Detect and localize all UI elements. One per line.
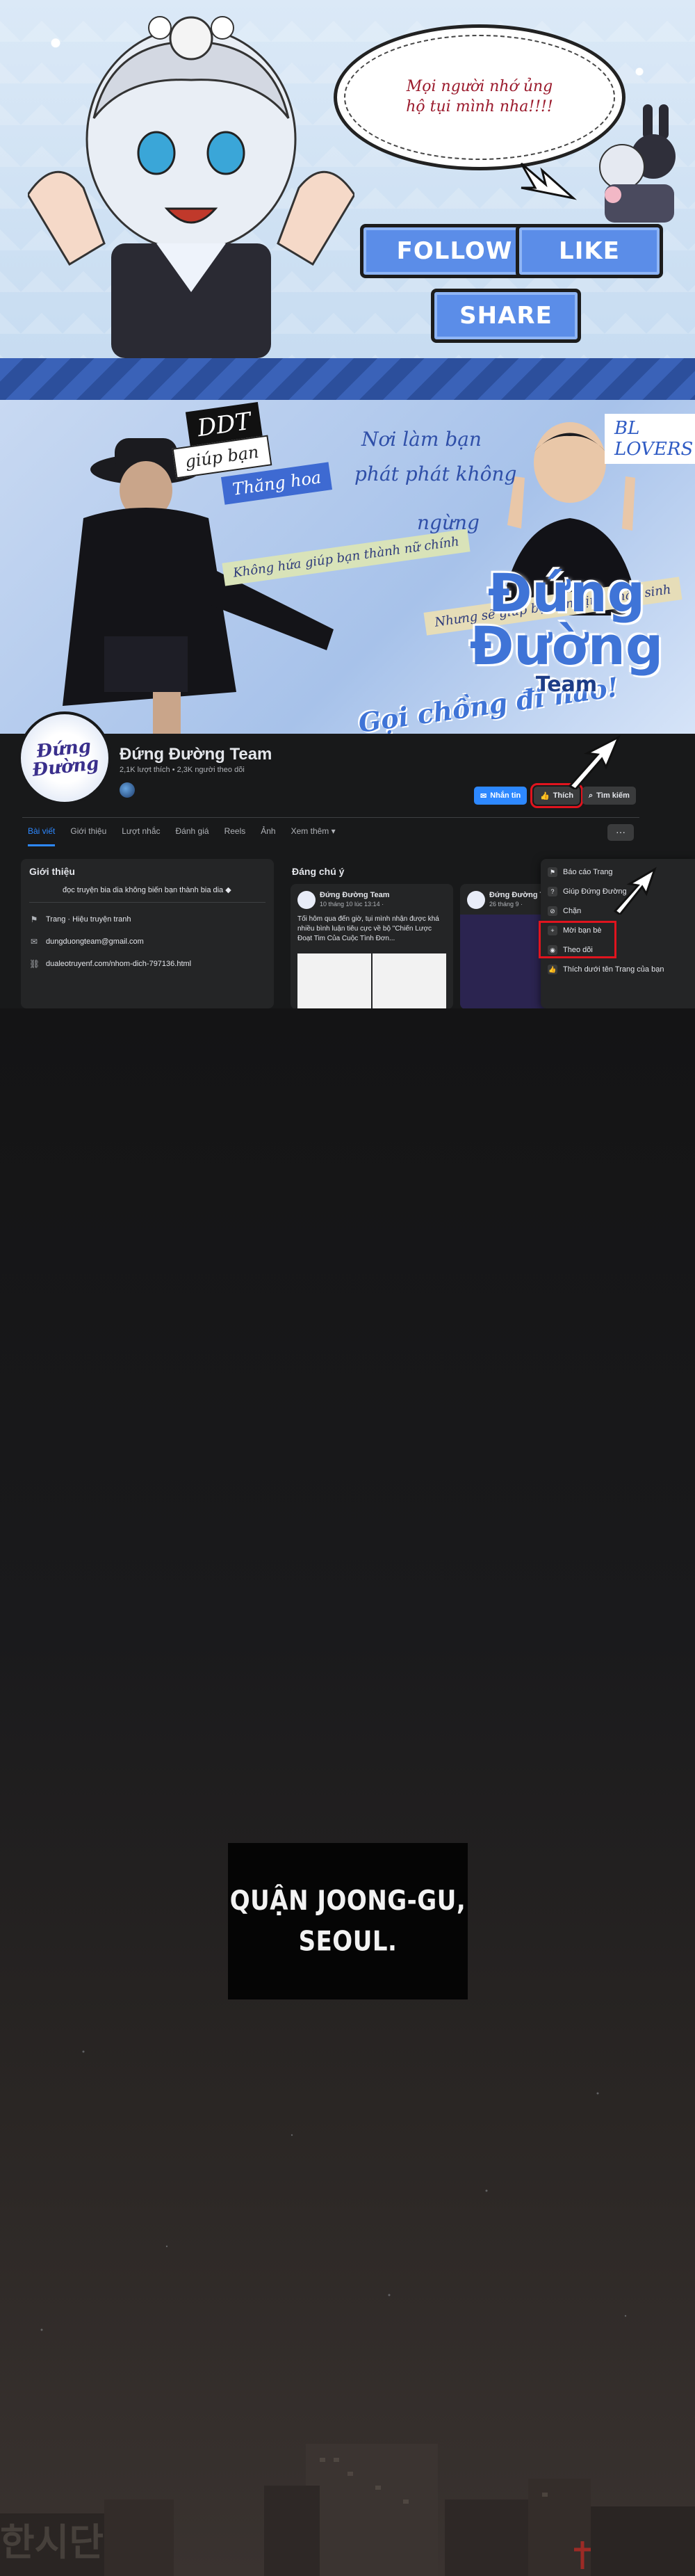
tab-reels[interactable]: Reels <box>224 826 246 846</box>
post-avatar[interactable] <box>297 891 316 909</box>
post-thumbnail[interactable] <box>297 953 371 1008</box>
messenger-icon: ✉ <box>480 791 487 800</box>
facebook-page-screenshot: DDT giúp bạn Thăng hoa Không hứa giúp bạ… <box>0 358 695 1008</box>
post-text: Tối hôm qua đến giờ, tụi mình nhận được … <box>297 915 439 942</box>
menu-label: Báo cáo Trang <box>563 868 613 876</box>
search-label: Tìm kiếm <box>596 791 630 800</box>
page-stats: 2,1K lượt thích • 2,3K người theo dõi <box>120 766 245 774</box>
script-line-1: Nơi làm bạn <box>361 428 482 451</box>
featured-post[interactable]: Đứng Đường Team 10 tháng 10 lúc 13:14 · … <box>291 884 453 1008</box>
profile-header: Đứng Đường Đứng Đường Team 2,1K lượt thí… <box>0 711 695 1008</box>
cover-title-main: Đứng Đường <box>469 562 664 677</box>
header-divider <box>22 817 639 818</box>
script-line-3: ngừng <box>417 511 480 534</box>
location-caption-box: QUẬN JOONG-GU, SEOUL. <box>228 1843 468 1999</box>
share-button[interactable]: SHARE <box>431 289 581 343</box>
like-label: Thích <box>553 791 574 800</box>
pointer-arrow-icon <box>520 162 577 200</box>
intro-email-row[interactable]: ✉ dungduongteam@gmail.com <box>29 937 144 947</box>
chibi-couple-illustration <box>599 104 676 223</box>
menu-label: Chặn <box>563 907 582 915</box>
thumbs-up-icon: 👍 <box>540 791 550 800</box>
flag-icon: ⚑ <box>30 915 38 924</box>
menu-item-report[interactable]: ⚑ Báo cáo Trang <box>548 867 613 877</box>
menu-label: Thích dưới tên Trang của bạn <box>563 965 664 974</box>
intro-website[interactable]: dualeotruyenf.com/nhom-dich-797136.html <box>46 960 191 968</box>
location-caption: QUẬN JOONG-GU, SEOUL. <box>229 1884 466 1958</box>
avatar-logo-text: Đứng Đường <box>31 736 100 781</box>
link-icon: ⛓ <box>29 959 40 969</box>
script-line-2: phát phát không <box>354 462 517 485</box>
intro-email[interactable]: dungduongteam@gmail.com <box>46 937 144 946</box>
tab-reviews[interactable]: Đánh giá <box>176 826 209 846</box>
block-icon: ⊘ <box>548 906 557 916</box>
intro-category: Trang · Hiệu truyện tranh <box>46 915 131 924</box>
intro-description: đọc truyện bia dia không biến bạn thành … <box>63 886 231 894</box>
help-icon: ? <box>548 887 557 896</box>
tab-posts[interactable]: Bài viết <box>28 826 56 846</box>
cover-title: Đứng Đường Team <box>459 562 674 698</box>
search-icon: ⌕ <box>589 791 594 800</box>
comic-panel: QUẬN JOONG-GU, SEOUL. 한시단 <box>0 1008 695 2576</box>
intro-website-row[interactable]: ⛓ dualeotruyenf.com/nhom-dich-797136.htm… <box>29 959 191 969</box>
page-avatar[interactable]: Đứng Đường <box>18 711 111 805</box>
intro-category-row: ⚑ Trang · Hiệu truyện tranh <box>29 915 131 924</box>
korean-sign: 한시단 <box>0 2520 104 2564</box>
night-sky-stars <box>40 2050 627 2331</box>
featured-title: Đáng chú ý <box>292 866 345 877</box>
pointer-arrow-icon <box>568 734 621 789</box>
post-author[interactable]: Đứng Đường Team <box>320 891 390 899</box>
tab-more[interactable]: Xem thêm ▾ <box>291 826 336 846</box>
post-avatar[interactable] <box>467 891 485 909</box>
post-thumbnail[interactable] <box>373 953 446 1008</box>
pointer-arrow-icon <box>613 867 657 915</box>
mascot-illustration <box>28 16 354 358</box>
message-label: Nhắn tin <box>490 791 521 800</box>
page-tabs: Bài viết Giới thiệu Lượt nhắc Đánh giá R… <box>28 826 336 846</box>
more-options-button[interactable]: ··· <box>607 824 634 841</box>
tab-about[interactable]: Giới thiệu <box>70 826 106 846</box>
follower-avatar[interactable] <box>120 782 135 798</box>
post-date[interactable]: 26 tháng 9 · <box>489 901 523 908</box>
message-button[interactable]: ✉ Nhắn tin <box>474 787 528 805</box>
menu-item-block[interactable]: ⊘ Chặn <box>548 906 581 916</box>
featured-section: Đáng chú ý Đứng Đường Team 10 tháng 10 l… <box>284 859 623 1008</box>
bl-lovers-tag: BL LOVERS <box>605 414 695 464</box>
mail-icon: ✉ <box>30 937 38 947</box>
speech-text: Mọi người nhớ ủng hộ tụi mình nha!!!! <box>406 78 553 115</box>
menu-highlight-box <box>539 921 616 958</box>
post-date[interactable]: 10 tháng 10 lúc 13:14 · <box>320 901 384 908</box>
city-skyline <box>0 2444 695 2576</box>
intro-divider <box>29 902 265 903</box>
menu-item-like-as-page[interactable]: 👍 Thích dưới tên Trang của bạn <box>548 965 664 974</box>
intro-card: Giới thiệu đọc truyện bia dia không biến… <box>21 859 274 1008</box>
tab-mentions[interactable]: Lượt nhắc <box>122 826 160 846</box>
thumbs-up-icon: 👍 <box>548 965 557 974</box>
like-button[interactable]: LIKE <box>516 224 663 278</box>
tab-photos[interactable]: Ảnh <box>261 826 275 846</box>
promo-banner: Mọi người nhớ ủng hộ tụi mình nha!!!! FO… <box>0 0 695 358</box>
report-icon: ⚑ <box>548 867 557 877</box>
cover-photo: DDT giúp bạn Thăng hoa Không hứa giúp bạ… <box>0 358 695 775</box>
page-name[interactable]: Đứng Đường Team <box>120 745 272 764</box>
intro-title: Giới thiệu <box>29 866 75 877</box>
